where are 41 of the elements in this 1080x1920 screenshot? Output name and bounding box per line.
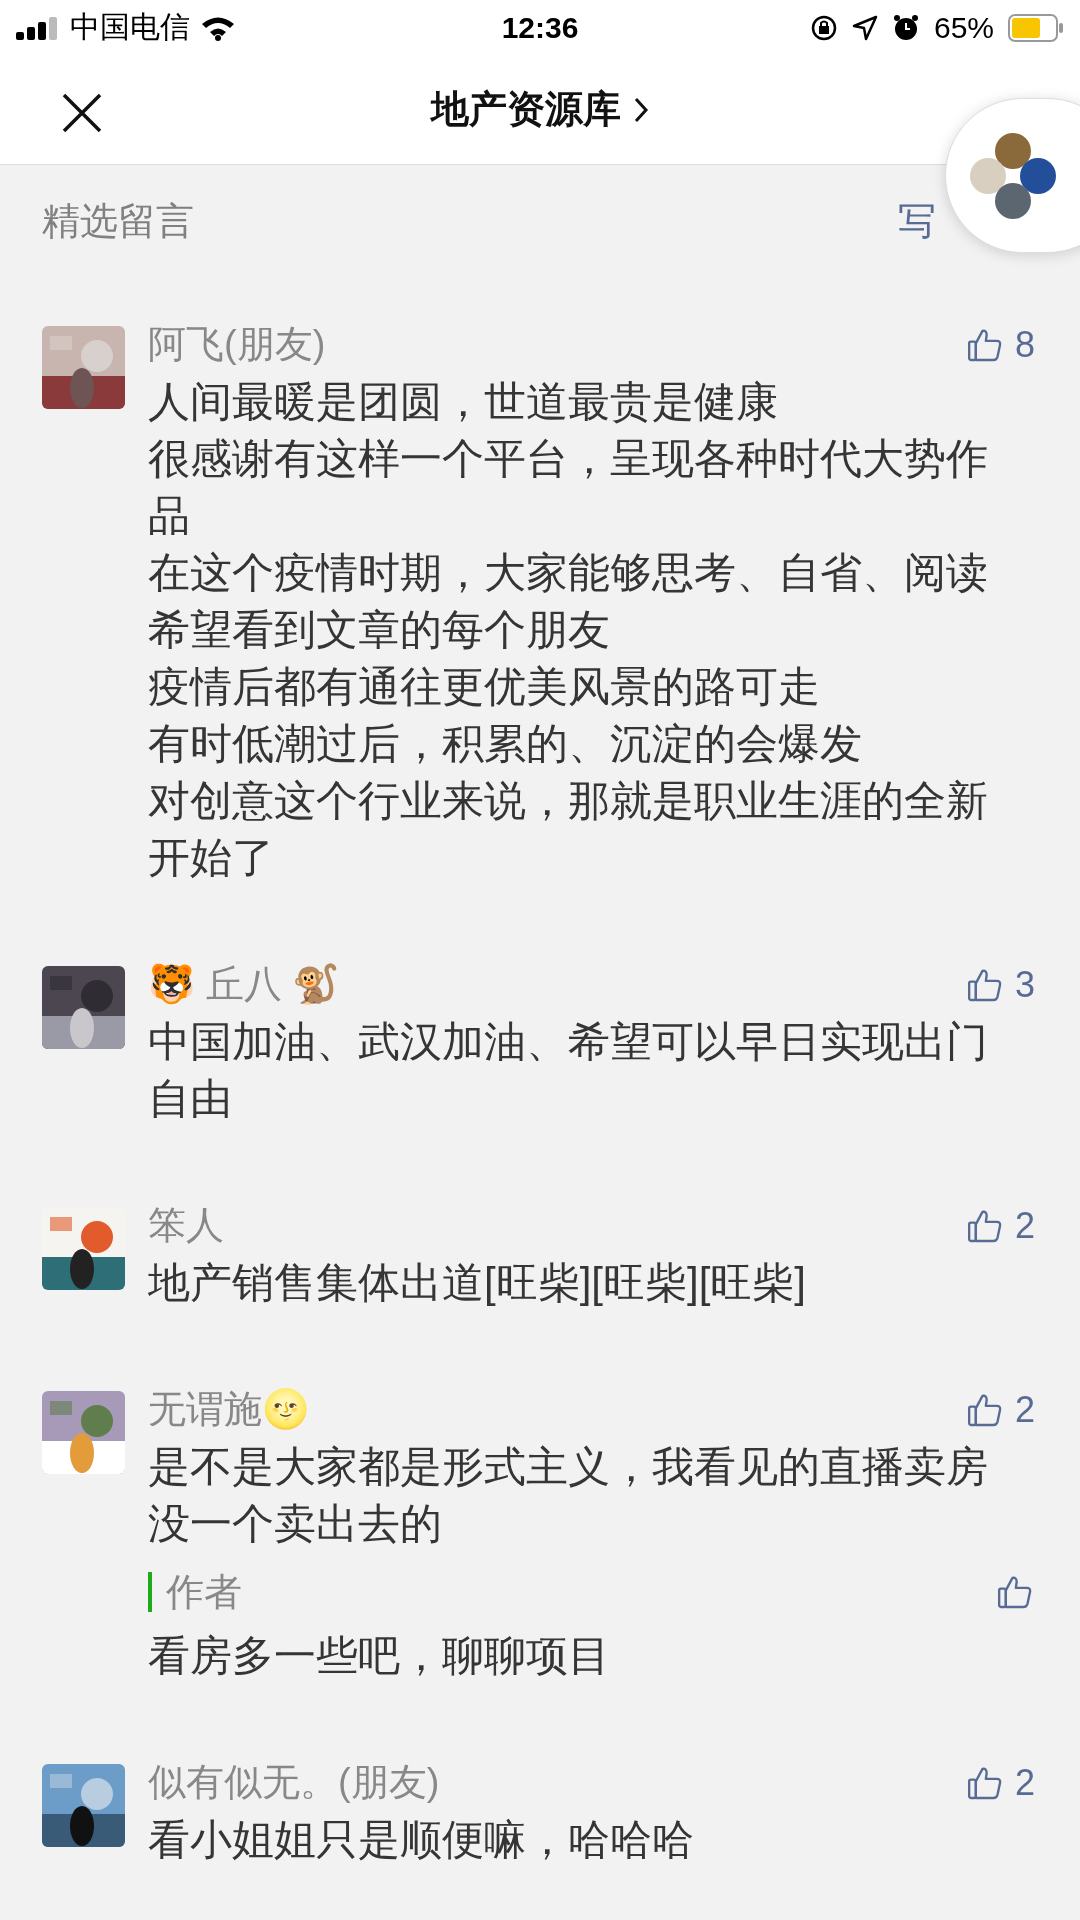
clock: 12:36 [501, 10, 579, 45]
comment-text: 开始了 [148, 833, 275, 883]
battery-icon [1008, 13, 1064, 42]
commenter-name: 阿飞(朋友) [148, 322, 326, 367]
author-label: 作者 [148, 1572, 242, 1612]
like-button[interactable]: 2 [964, 1204, 1035, 1247]
comment-text: 希望看到文章的每个朋友 [148, 605, 611, 655]
write-comment-link[interactable]: 写 [898, 195, 936, 247]
comment-text: 人间最暖是团圆，世道最贵是健康 [148, 377, 779, 427]
comment-text: 在这个疫情时期，大家能够思考、自省、阅读 [148, 548, 989, 598]
comment-text: 没一个卖出去的 [148, 1499, 443, 1549]
location-icon [851, 14, 878, 41]
chevron-right-icon[interactable] [633, 95, 649, 124]
thumbnail-cluster-icon [968, 130, 1058, 221]
comment-text: 是不是大家都是形式主义，我看见的直播卖房 [148, 1442, 989, 1492]
comment-text: 品 [148, 491, 191, 541]
comment-text: 有时低潮过后，积累的、沉淀的会爆发 [148, 719, 863, 769]
commenter-name: 似有似无。(朋友) [148, 1760, 440, 1805]
like-button[interactable]: 2 [964, 1388, 1035, 1431]
commenter-name: 笨人 [148, 1203, 224, 1248]
comment-text: 很感谢有这样一个平台，呈现各种时代大势作 [148, 434, 989, 484]
comment-text: 自由 [148, 1074, 233, 1124]
rotation-lock-icon [809, 13, 838, 42]
section-title: 精选留言 [42, 198, 194, 244]
comment-text: 中国加油、武汉加油、希望可以早日实现出门 [148, 1017, 989, 1067]
like-button[interactable]: 8 [964, 323, 1035, 366]
like-button[interactable]: 2 [964, 1761, 1035, 1804]
alarm-icon [891, 13, 920, 42]
floating-window-button[interactable] [945, 98, 1080, 253]
battery-percent: 65% [933, 10, 994, 45]
carrier-name: 中国电信 [70, 9, 190, 45]
like-button[interactable]: 3 [964, 963, 1035, 1006]
comment-text: 地产销售集体出道[旺柴][旺柴][旺柴] [148, 1258, 807, 1308]
commenter-name: 🐯 丘八 🐒 [148, 962, 340, 1007]
commenter-name: 无谓施🌝 [148, 1387, 309, 1432]
comment-text: 对创意这个行业来说，那就是职业生涯的全新 [148, 776, 989, 826]
signal-icon [16, 15, 60, 40]
page-title[interactable]: 地产资源库 [431, 84, 621, 135]
comment-text: 看小姐姐只是顺便嘛，哈哈哈 [148, 1815, 695, 1865]
reply-text: 看房多一些吧，聊聊项目 [148, 1631, 611, 1681]
comment-text: 疫情后都有通往更优美风景的路可走 [148, 662, 821, 712]
